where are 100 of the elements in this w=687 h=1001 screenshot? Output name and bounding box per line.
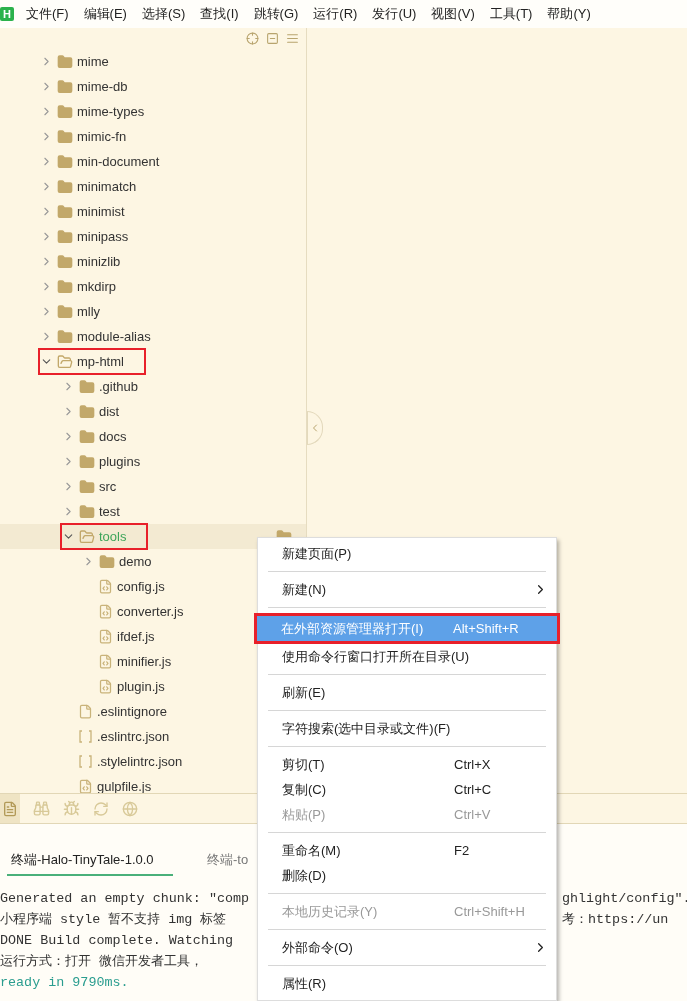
folder-icon xyxy=(57,128,73,145)
terminal-line: DONE Build complete. Watching xyxy=(0,932,234,950)
file-name: .stylelintrc.json xyxy=(97,754,183,769)
folder-icon xyxy=(79,378,95,395)
menu-item[interactable]: 外部命令(O) xyxy=(258,935,556,960)
file-name: mp-html xyxy=(77,354,124,369)
tree-row[interactable]: minizlib xyxy=(0,249,306,274)
folder-icon xyxy=(79,478,95,495)
file-name: src xyxy=(99,479,117,494)
file-name: plugins xyxy=(99,454,141,469)
menu-item[interactable]: 刷新(E) xyxy=(258,680,556,705)
file-icon xyxy=(98,629,113,644)
tree-row[interactable]: minimatch xyxy=(0,174,306,199)
tree-row[interactable]: mime-types xyxy=(0,99,306,124)
tree-row[interactable]: mimic-fn xyxy=(0,124,306,149)
file-name: .eslintignore xyxy=(97,704,168,719)
tree-row[interactable]: .github xyxy=(0,374,306,399)
folder-icon xyxy=(57,328,73,345)
file-name: .eslintrc.json xyxy=(97,729,170,744)
locate-icon[interactable] xyxy=(246,32,259,45)
file-name: tools xyxy=(99,529,127,544)
file-name: dist xyxy=(99,404,120,419)
file-name: config.js xyxy=(117,579,165,594)
terminal-line: 考：https://un xyxy=(562,911,669,929)
tree-row[interactable]: dist xyxy=(0,399,306,424)
explorer-icon[interactable] xyxy=(0,794,20,823)
tree-row[interactable]: minipass xyxy=(0,224,306,249)
menu-item[interactable]: 删除(D) xyxy=(258,863,556,888)
menu-item[interactable]: 发行(U) xyxy=(372,5,425,23)
tree-row[interactable]: docs xyxy=(0,424,306,449)
tree-row[interactable]: mp-html xyxy=(0,349,306,374)
menu-item[interactable]: 使用命令行窗口打开所在目录(U) xyxy=(258,644,556,669)
collapse-icon[interactable] xyxy=(266,32,279,45)
menu-item[interactable]: 重命名(M) F2 xyxy=(258,838,556,863)
file-name: plugin.js xyxy=(117,679,165,694)
terminal-line: ghlight/config". xyxy=(562,890,687,908)
tree-row[interactable]: mime-db xyxy=(0,74,306,99)
tree-row[interactable]: mlly xyxy=(0,299,306,324)
folder-icon xyxy=(79,428,95,445)
tree-row[interactable]: mime xyxy=(0,49,306,74)
tree-row[interactable]: plugins xyxy=(0,449,306,474)
file-name: converter.js xyxy=(117,604,184,619)
menu-item[interactable]: 视图(V) xyxy=(431,5,483,23)
folder-icon xyxy=(57,178,73,195)
folder-icon xyxy=(57,353,73,370)
brackets-icon xyxy=(78,754,93,769)
file-name: minizlib xyxy=(77,254,121,269)
folder-icon xyxy=(57,78,73,95)
folder-icon xyxy=(57,253,73,270)
file-name: minimatch xyxy=(77,179,137,194)
menu-item[interactable]: 跳转(G) xyxy=(253,5,307,23)
folder-icon xyxy=(57,153,73,170)
folder-icon xyxy=(79,503,95,520)
tree-row[interactable]: module-alias xyxy=(0,324,306,349)
menu-item[interactable]: 查找(I) xyxy=(200,5,247,23)
file-icon xyxy=(98,654,113,669)
folder-icon xyxy=(57,303,73,320)
menu-item[interactable]: 编辑(E) xyxy=(83,5,135,23)
tree-row[interactable]: src xyxy=(0,474,306,499)
menu-item[interactable]: 剪切(T) Ctrl+X xyxy=(258,752,556,777)
menu-item[interactable]: 属性(R) xyxy=(258,971,556,996)
folder-icon xyxy=(57,53,73,70)
terminal-tab[interactable]: 终端-to xyxy=(203,848,253,876)
menu-item[interactable]: 工具(T) xyxy=(489,5,541,23)
menu-item[interactable]: 字符搜索(选中目录或文件)(F) xyxy=(258,716,556,741)
menu-icon[interactable] xyxy=(286,32,299,45)
menu-item[interactable]: 文件(F) xyxy=(26,5,77,23)
file-name: gulpfile.js xyxy=(97,779,152,793)
app-logo: H xyxy=(0,7,14,21)
terminal-tab[interactable]: 终端-Halo-TinyTale-1.0.0 xyxy=(7,848,173,876)
menu-item[interactable]: 复制(C) Ctrl+C xyxy=(258,777,556,802)
menu-item[interactable]: 运行(R) xyxy=(313,5,366,23)
folder-icon xyxy=(57,203,73,220)
file-name: min-document xyxy=(77,154,160,169)
tree-row[interactable]: minimist xyxy=(0,199,306,224)
file-icon xyxy=(98,579,113,594)
file-name: docs xyxy=(99,429,127,444)
folder-icon xyxy=(79,528,95,545)
file-name: mime xyxy=(77,54,109,69)
file-icon xyxy=(98,604,113,619)
file-name: mime-db xyxy=(77,79,128,94)
file-name: mlly xyxy=(77,304,101,319)
tree-row[interactable]: min-document xyxy=(0,149,306,174)
file-name: module-alias xyxy=(77,329,151,344)
brackets-icon xyxy=(78,729,93,744)
terminal-line: ready in 9790ms. xyxy=(0,974,129,992)
file-icon xyxy=(78,779,93,793)
tree-row[interactable]: mkdirp xyxy=(0,274,306,299)
file-name: minimist xyxy=(77,204,125,219)
terminal-line: 运行方式：打开 微信开发者工具， xyxy=(0,953,204,971)
menu-item[interactable]: 帮助(Y) xyxy=(547,5,599,23)
folder-icon xyxy=(57,228,73,245)
menu-item[interactable]: 新建(N) xyxy=(258,577,556,602)
folder-icon xyxy=(99,553,115,570)
menu-item[interactable]: 选择(S) xyxy=(141,5,194,23)
file-name: test xyxy=(99,504,120,519)
folder-icon xyxy=(79,453,95,470)
terminal-line: Generated an empty chunk: "comp xyxy=(0,890,250,908)
tree-row[interactable]: test xyxy=(0,499,306,524)
file-name: mimic-fn xyxy=(77,129,127,144)
